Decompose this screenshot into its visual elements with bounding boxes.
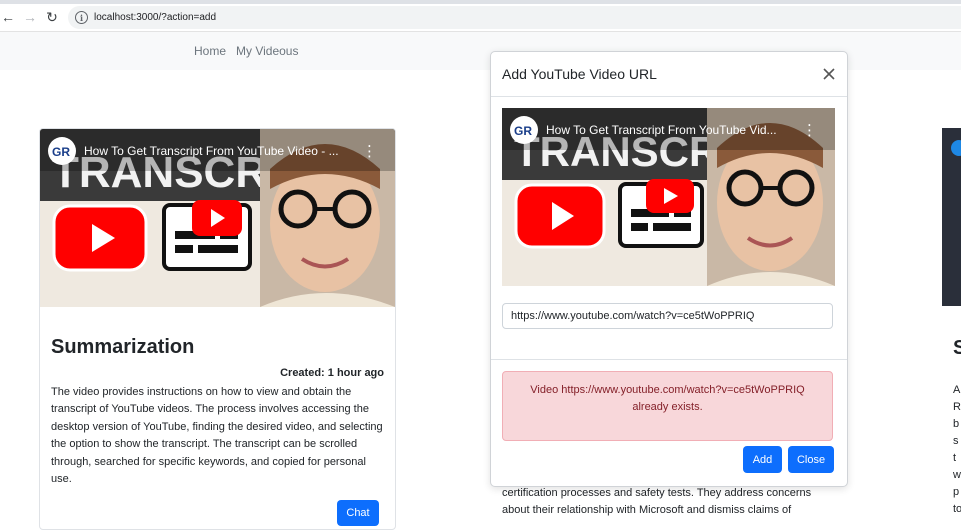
video-title[interactable]: How To Get Transcript From YouTube Vid..…: [546, 123, 777, 137]
modal-header: Add YouTube Video URL: [491, 52, 847, 97]
channel-logo-text: GR: [514, 124, 532, 138]
url-text: localhost:3000/?action=add: [94, 12, 217, 23]
browser-toolbar: ← → ↻ i localhost:3000/?action=add: [0, 4, 961, 32]
more-options-icon[interactable]: ⋮: [802, 121, 817, 139]
modal-title: Add YouTube Video URL: [502, 66, 657, 82]
forward-arrow-icon[interactable]: →: [22, 9, 38, 25]
alert-message: Video https://www.youtube.com/watch?v=ce…: [530, 384, 805, 396]
modal-divider: [491, 359, 847, 360]
reload-icon[interactable]: ↻: [44, 9, 60, 25]
chat-button[interactable]: Chat: [337, 500, 379, 526]
error-alert: Video https://www.youtube.com/watch?v=ce…: [502, 371, 833, 441]
right-card-text: R: [953, 401, 961, 413]
middle-card-text-line: about their relationship with Microsoft …: [502, 504, 792, 516]
close-button[interactable]: Close: [788, 446, 834, 473]
card-description: The video provides instructions on how t…: [51, 386, 383, 486]
add-button[interactable]: Add: [743, 446, 782, 473]
video-title[interactable]: How To Get Transcript From YouTube Video…: [84, 144, 339, 158]
nav-link-my-videous[interactable]: My Videous: [236, 44, 298, 58]
nav-link-home[interactable]: Home: [194, 44, 226, 58]
right-card-text: to: [953, 503, 961, 515]
channel-logo-icon: [951, 140, 961, 156]
right-card-text: s: [953, 435, 959, 447]
add-video-modal: Add YouTube Video URL TRANSCRIPT GR How …: [490, 51, 848, 487]
more-options-icon[interactable]: ⋮: [362, 142, 377, 160]
close-icon[interactable]: [821, 66, 837, 82]
site-info-icon[interactable]: i: [75, 11, 88, 24]
right-card-text: p: [953, 486, 960, 498]
right-card-text: b: [953, 418, 960, 430]
right-card-text: A: [953, 384, 961, 396]
channel-logo-text: GR: [52, 145, 70, 159]
right-card-text: t: [953, 452, 957, 464]
address-bar[interactable]: i localhost:3000/?action=add: [68, 6, 961, 29]
youtube-url-input[interactable]: https://www.youtube.com/watch?v=ce5tWoPP…: [502, 303, 833, 329]
back-arrow-icon[interactable]: ←: [0, 9, 16, 25]
right-card-thumbnail[interactable]: [942, 128, 961, 306]
card-title: Summarization: [51, 336, 195, 358]
video-thumbnail[interactable]: TRANSCRIPT GR How To Get Transcript From…: [40, 129, 395, 307]
modal-video-preview[interactable]: TRANSCRIPT GR How To Get Transcript From…: [502, 108, 835, 286]
right-card-title: S: [953, 337, 961, 359]
alert-message: already exists.: [632, 401, 703, 413]
middle-card-text-line: certification processes and safety tests…: [502, 487, 812, 499]
video-card: TRANSCRIPT GR How To Get Transcript From…: [39, 128, 396, 530]
created-label: Created: 1 hour ago: [280, 367, 384, 379]
right-card-text: w: [953, 469, 961, 481]
